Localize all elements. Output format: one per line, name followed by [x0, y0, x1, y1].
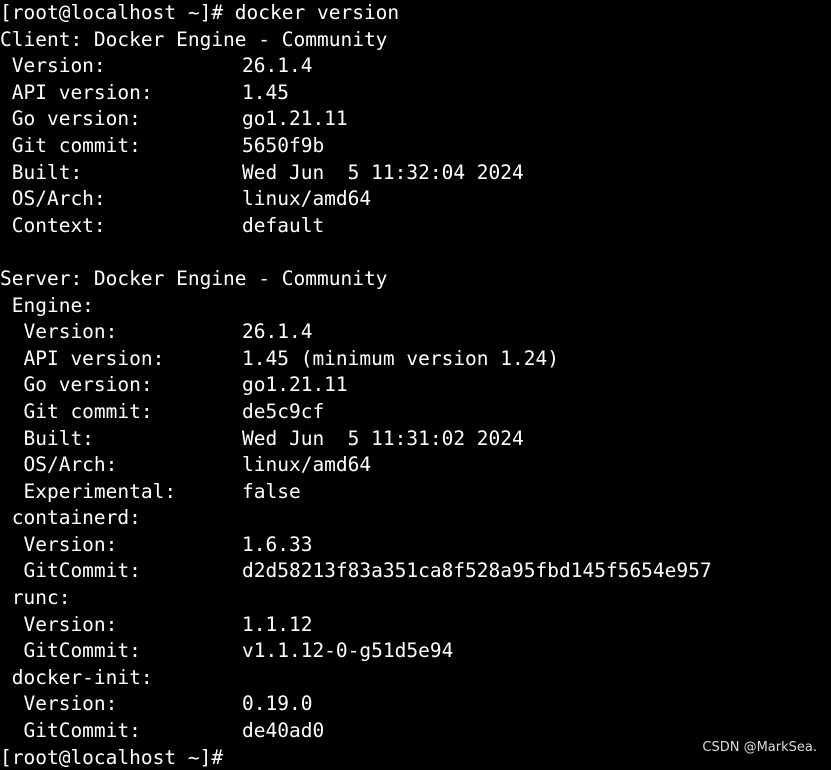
engine-git-commit-row: Git commit: de5c9cf [0, 399, 831, 426]
row-value: go1.21.11 [242, 373, 348, 397]
docker-init-version-row: Version: 0.19.0 [0, 691, 831, 718]
row-value: 1.45 [242, 80, 289, 104]
client-context-row: Context: default [0, 213, 831, 240]
containerd-header: containerd: [0, 505, 831, 532]
client-git-commit-row: Git commit: 5650f9b [0, 133, 831, 160]
row-key: Version: [0, 54, 106, 78]
row-key: Go version: [0, 373, 153, 397]
containerd-header-text: containerd: [0, 506, 141, 530]
engine-built-row: Built: Wed Jun 5 11:31:02 2024 [0, 426, 831, 453]
docker-init-header: docker-init: [0, 665, 831, 692]
row-value: go1.21.11 [242, 107, 348, 131]
row-key: Version: [0, 692, 118, 716]
row-value: Wed Jun 5 11:31:02 2024 [242, 426, 524, 450]
client-built-row: Built: Wed Jun 5 11:32:04 2024 [0, 160, 831, 187]
row-value: 1.6.33 [242, 532, 313, 556]
row-key: Go version: [0, 107, 141, 131]
server-header-text: Server: Docker Engine - Community [0, 266, 388, 290]
row-key: API version: [0, 346, 165, 370]
client-version-row: Version: 26.1.4 [0, 53, 831, 80]
row-key: Built: [0, 426, 94, 450]
runc-header-text: runc: [0, 586, 71, 610]
containerd-gitcommit-row: GitCommit: d2d58213f83a351ca8f528a95fbd14… [0, 558, 831, 585]
row-value: linux/amd64 [242, 453, 372, 477]
engine-version-row: Version: 26.1.4 [0, 319, 831, 346]
row-value: default [242, 213, 325, 237]
row-key: API version: [0, 80, 153, 104]
row-key: Version: [0, 612, 118, 636]
row-value: linux/amd64 [242, 187, 372, 211]
client-go-version-row: Go version: go1.21.11 [0, 106, 831, 133]
client-header-text: Client: Docker Engine - Community [0, 27, 388, 51]
row-key: GitCommit: [0, 559, 141, 583]
row-value: de40ad0 [242, 719, 325, 743]
runc-version-row: Version: 1.1.12 [0, 612, 831, 639]
containerd-version-row: Version: 1.6.33 [0, 532, 831, 559]
watermark: CSDN @MarkSea. [702, 740, 817, 756]
docker-init-header-text: docker-init: [0, 665, 153, 689]
server-header: Server: Docker Engine - Community [0, 266, 831, 293]
row-key: Version: [0, 532, 118, 556]
prompt-text: [root@localhost ~]# [0, 745, 224, 769]
engine-header: Engine: [0, 293, 831, 320]
row-value: false [242, 479, 301, 503]
engine-experimental-row: Experimental: false [0, 479, 831, 506]
command-text: [root@localhost ~]# docker version [0, 1, 400, 24]
client-header: Client: Docker Engine - Community [0, 27, 831, 54]
row-key: Git commit: [0, 399, 153, 423]
row-key: GitCommit: [0, 639, 141, 663]
row-key: Built: [0, 160, 83, 184]
row-key: Experimental: [0, 479, 177, 503]
row-value: 5650f9b [242, 133, 325, 157]
client-os-arch-row: OS/Arch: linux/amd64 [0, 186, 831, 213]
row-value: d2d58213f83a351ca8f528a95fbd145f5654e957 [242, 559, 712, 583]
row-value: 26.1.4 [242, 320, 313, 344]
row-key: OS/Arch: [0, 453, 118, 477]
row-key: Git commit: [0, 133, 141, 157]
engine-api-version-row: API version: 1.45 (minimum version 1.24) [0, 346, 831, 373]
row-key: Context: [0, 213, 106, 237]
command-line: [root@localhost ~]# docker version [0, 0, 831, 27]
client-api-version-row: API version: 1.45 [0, 80, 831, 107]
engine-os-arch-row: OS/Arch: linux/amd64 [0, 452, 831, 479]
terminal-window[interactable]: [root@localhost ~]# docker version Clien… [0, 0, 831, 770]
row-value: 1.1.12 [242, 612, 313, 636]
engine-header-text: Engine: [0, 293, 94, 317]
row-key: Version: [0, 320, 118, 344]
row-key: OS/Arch: [0, 187, 106, 211]
runc-gitcommit-row: GitCommit: v1.1.12-0-g51d5e94 [0, 638, 831, 665]
row-value: Wed Jun 5 11:32:04 2024 [242, 160, 524, 184]
engine-go-version-row: Go version: go1.21.11 [0, 372, 831, 399]
row-value: v1.1.12-0-g51d5e94 [242, 639, 454, 663]
row-value: 0.19.0 [242, 692, 313, 716]
row-key: GitCommit: [0, 719, 141, 743]
runc-header: runc: [0, 585, 831, 612]
row-value: 1.45 (minimum version 1.24) [242, 346, 559, 370]
row-value: de5c9cf [242, 399, 325, 423]
row-value: 26.1.4 [242, 54, 313, 78]
